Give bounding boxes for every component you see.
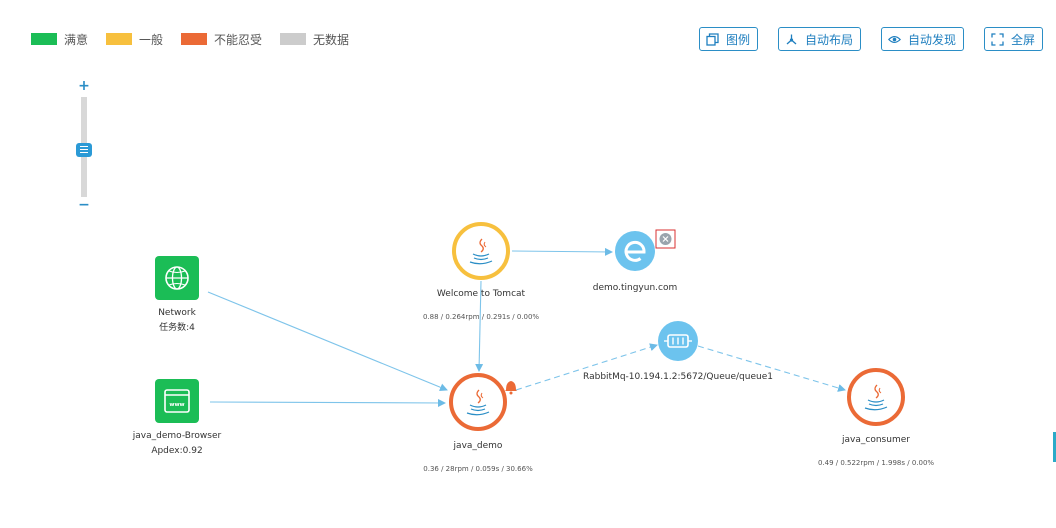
zoom-out-button[interactable]: − xyxy=(78,198,90,212)
node-browser-box xyxy=(155,379,199,423)
legend-button-label: 图例 xyxy=(726,32,751,47)
legend-swatch xyxy=(31,33,57,45)
legend-label: 满意 xyxy=(64,32,89,47)
auto-layout-button-label: 自动布局 xyxy=(805,32,854,47)
remove-node-button[interactable] xyxy=(655,229,676,249)
node-network-label: Network xyxy=(158,308,196,318)
node-rabbitmq-label: RabbitMq-10.194.1.2:5672/Queue/queue1 xyxy=(583,372,773,382)
node-browser-apdex: Apdex:0.92 xyxy=(151,446,202,456)
node-tingyun[interactable]: demo.tingyun.com xyxy=(593,229,678,293)
node-java-consumer-metrics: 0.49 / 0.522rpm / 1.998s / 0.00% xyxy=(818,459,934,467)
legend-swatch xyxy=(181,33,208,45)
auto-layout-button[interactable]: 自动布局 xyxy=(778,27,861,51)
node-java-consumer-ring xyxy=(847,368,905,426)
node-tomcat[interactable]: Welcome to Tomcat 0.88 / 0.264rpm / 0.29… xyxy=(423,222,539,321)
edge-rabbitmq-to-java-consumer xyxy=(697,345,846,392)
node-browser[interactable]: www java_demo-Browser Apdex:0.92 xyxy=(132,379,222,456)
edge-java-demo-to-rabbitmq xyxy=(515,343,658,391)
node-browser-label: java_demo-Browser xyxy=(132,431,222,441)
zoom-in-button[interactable]: + xyxy=(78,79,90,93)
legend-label: 一般 xyxy=(139,32,164,47)
auto-discover-button-label: 自动发现 xyxy=(908,32,957,47)
fullscreen-icon xyxy=(991,32,1004,46)
node-rabbitmq[interactable]: RabbitMq-10.194.1.2:5672/Queue/queue1 xyxy=(583,321,773,382)
legend-label: 无数据 xyxy=(313,32,350,47)
legend-item-normal: 一般 xyxy=(106,31,163,48)
status-legend: 满意 一般 不能忍受 无数据 xyxy=(31,31,367,47)
node-network[interactable]: Network 任务数:4 xyxy=(155,256,199,333)
node-tomcat-ring xyxy=(452,222,510,280)
eye-icon xyxy=(888,35,901,43)
edge-tomcat-to-tingyun xyxy=(511,247,613,256)
legend-item-intolerable: 不能忍受 xyxy=(181,31,262,48)
legend-swatch xyxy=(106,33,133,45)
node-tomcat-metrics: 0.88 / 0.264rpm / 0.291s / 0.00% xyxy=(423,313,539,321)
node-tomcat-label: Welcome to Tomcat xyxy=(437,289,526,299)
node-java-consumer-label: java_consumer xyxy=(841,435,910,445)
auto-discover-button[interactable]: 自动发现 xyxy=(881,27,964,51)
layout-nodes-icon xyxy=(786,34,797,44)
fullscreen-button-label: 全屏 xyxy=(1011,32,1036,47)
legend-item-no-data: 无数据 xyxy=(280,31,349,48)
node-java-consumer[interactable]: java_consumer 0.49 / 0.522rpm / 1.998s /… xyxy=(818,368,934,467)
fullscreen-button[interactable]: 全屏 xyxy=(984,27,1043,51)
node-network-tasks: 任务数:4 xyxy=(159,321,195,333)
legend-swatch xyxy=(280,33,307,45)
node-java-demo-metrics: 0.36 / 28rpm / 0.059s / 30.66% xyxy=(423,465,533,473)
edge-network-to-java-demo xyxy=(207,291,448,392)
topology-canvas: Network 任务数:4 www java_demo-Browser Apde… xyxy=(132,222,934,473)
legend-item-satisfied: 满意 xyxy=(31,31,88,48)
zoom-slider-handle[interactable] xyxy=(76,143,92,157)
edge-browser-to-java-demo xyxy=(209,398,446,407)
svg-text:www: www xyxy=(169,402,184,408)
copy-icon xyxy=(706,32,719,46)
legend-label: 不能忍受 xyxy=(214,32,263,47)
node-java-demo-label: java_demo xyxy=(453,441,503,451)
legend-button[interactable]: 图例 xyxy=(699,27,758,51)
node-java-demo-ring xyxy=(449,373,507,431)
node-java-demo[interactable]: java_demo 0.36 / 28rpm / 0.059s / 30.66% xyxy=(423,373,533,473)
alert-bell-icon[interactable] xyxy=(505,381,517,395)
zoom-control: + − xyxy=(72,79,96,212)
node-tingyun-label: demo.tingyun.com xyxy=(593,283,678,293)
